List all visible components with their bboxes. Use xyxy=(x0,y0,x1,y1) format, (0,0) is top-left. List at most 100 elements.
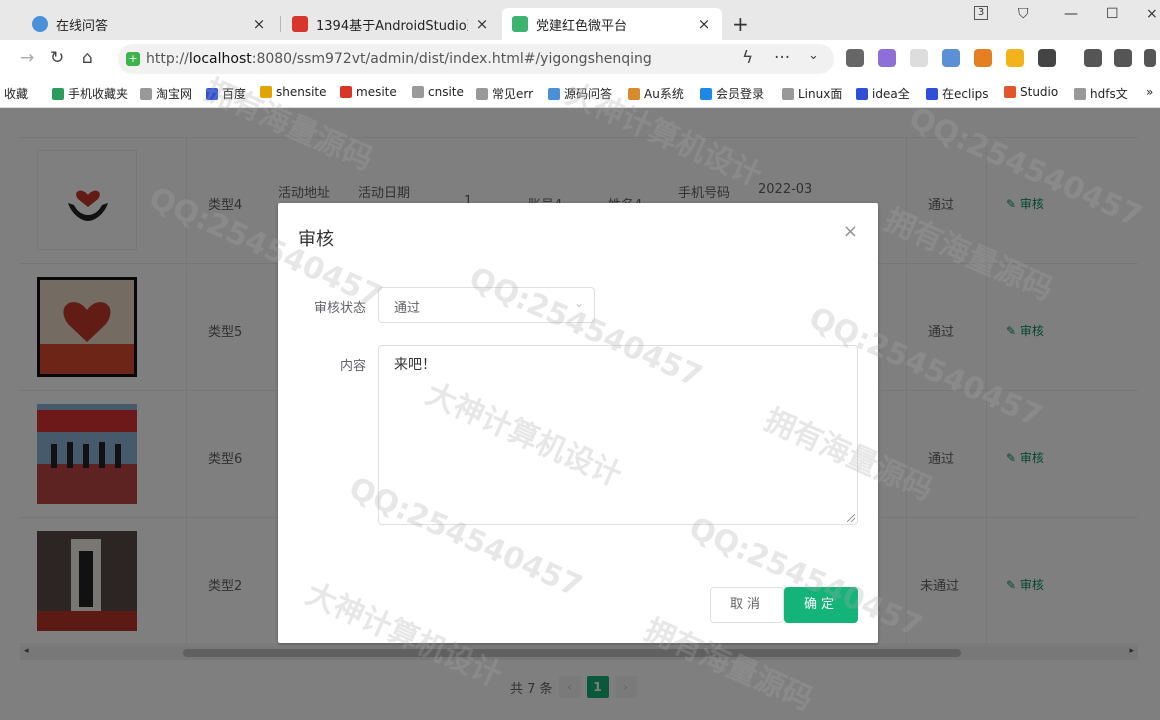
bookmark-item[interactable]: hdfs文 xyxy=(1074,85,1128,102)
game-icon[interactable] xyxy=(974,49,992,67)
bookmark-item[interactable]: shensite xyxy=(260,85,327,99)
bookmark-icon xyxy=(340,86,352,98)
download-icon[interactable] xyxy=(1084,49,1102,67)
close-icon[interactable]: × xyxy=(474,15,490,33)
bookmark-item[interactable]: 会员登录 xyxy=(700,85,764,102)
url-text: http://localhost:8080/ssm972vt/admin/dis… xyxy=(146,51,652,67)
bookmark-item[interactable]: 在eclips xyxy=(926,85,989,102)
bookmark-icon xyxy=(412,86,424,98)
translate-icon[interactable] xyxy=(878,49,896,67)
bookmark-label: 常见err xyxy=(492,87,534,101)
bookmark-icon xyxy=(548,87,560,100)
bookmark-icon xyxy=(700,87,712,100)
vue-icon xyxy=(512,16,528,32)
resize-handle-icon[interactable] xyxy=(847,514,855,522)
bookmark-icon xyxy=(856,87,868,100)
tab-divider xyxy=(280,16,281,32)
more-bookmarks-icon[interactable]: » xyxy=(1146,85,1153,99)
shield-ext-icon[interactable] xyxy=(1006,49,1024,67)
bookmark-item[interactable]: mesite xyxy=(340,85,397,99)
grid-icon[interactable] xyxy=(1038,49,1056,67)
close-icon[interactable]: × xyxy=(843,221,858,242)
home-icon[interactable]: ⌂ xyxy=(82,48,93,68)
status-select[interactable]: 通过 ⌄ xyxy=(378,287,595,323)
back-icon[interactable]: → xyxy=(20,48,34,68)
chevron-down-icon: ⌄ xyxy=(573,296,584,310)
more-icon[interactable]: ··· xyxy=(774,48,790,68)
bookmark-item[interactable]: idea全 xyxy=(856,85,910,102)
lightning-icon[interactable]: ϟ xyxy=(742,48,753,68)
bookmark-icon xyxy=(206,87,218,100)
new-tab-icon[interactable]: + xyxy=(732,12,749,36)
audit-dialog: 审核 × 审核状态 通过 ⌄ 内容 来吧！ 取消 确定 xyxy=(278,203,878,643)
tab-party-platform[interactable]: 党建红色微平台 × xyxy=(502,8,722,40)
tab-title: 在线问答 xyxy=(56,18,109,34)
bookmark-icon xyxy=(926,87,938,100)
cancel-button[interactable]: 取消 xyxy=(710,587,784,623)
bookmark-item[interactable]: Au系统 xyxy=(628,85,684,102)
content-text: 来吧！ xyxy=(394,357,436,373)
bookmark-label: shensite xyxy=(276,85,327,99)
maximize-icon[interactable]: ☐ xyxy=(1106,6,1119,22)
bookmark-label: 在eclips xyxy=(942,87,989,101)
site-icon xyxy=(292,16,308,32)
bookmark-label: 手机收藏夹 xyxy=(68,87,129,101)
bookmark-label: Studio xyxy=(1020,85,1059,99)
undo-icon[interactable] xyxy=(1114,49,1132,67)
bookmark-icon xyxy=(1074,87,1086,100)
bookmark-icon xyxy=(782,87,794,100)
bookmark-label: cnsite xyxy=(428,85,464,99)
bookmark-item[interactable]: Linux面 xyxy=(782,85,842,102)
dialog-title: 审核 xyxy=(298,229,334,250)
close-window-icon[interactable]: × xyxy=(1146,6,1158,22)
tab-title: 1394基于AndroidStudio建筑 xyxy=(316,18,468,34)
tab-online-qa[interactable]: 在线问答 × xyxy=(22,8,277,40)
search-icon[interactable] xyxy=(942,49,960,67)
confirm-button[interactable]: 确定 xyxy=(784,587,858,623)
close-icon[interactable]: × xyxy=(251,15,267,33)
bookmark-label: Linux面 xyxy=(798,87,843,101)
tab-android-studio[interactable]: 1394基于AndroidStudio建筑 × xyxy=(282,8,500,40)
scissors-icon[interactable] xyxy=(910,49,928,67)
bookmarks-bar: 收藏 手机收藏夹 淘宝网 百度 shensite mesite cnsite 常见err 源码问… xyxy=(0,78,1160,108)
url-field[interactable]: + http://localhost:8080/ssm972vt/admin/d… xyxy=(118,44,834,74)
bookmark-label: idea全 xyxy=(872,87,910,101)
menu-icon[interactable] xyxy=(1144,49,1156,67)
shirt-icon[interactable]: ⛉ xyxy=(1018,6,1029,22)
bookmark-label: Au系统 xyxy=(644,87,684,101)
bookmark-item[interactable]: 淘宝网 xyxy=(140,85,192,102)
reload-icon[interactable]: ↻ xyxy=(50,48,64,68)
content-textarea[interactable]: 来吧！ xyxy=(378,345,858,525)
bookmark-label: mesite xyxy=(356,85,397,99)
status-select-value: 通过 xyxy=(394,301,421,316)
bookmark-item[interactable]: 收藏 xyxy=(4,85,28,102)
bookmark-label: hdfs文 xyxy=(1090,87,1128,101)
bookmark-item[interactable]: Studio xyxy=(1004,85,1058,99)
url-host: localhost xyxy=(188,51,252,67)
qa-site-icon xyxy=(32,16,48,32)
bookmark-label: 会员登录 xyxy=(716,87,765,101)
shield-icon: + xyxy=(126,52,140,66)
bookmark-icon xyxy=(260,86,272,98)
bookmark-icon xyxy=(476,87,488,100)
chevron-down-icon[interactable]: ⌄ xyxy=(808,48,819,63)
url-prefix: http:// xyxy=(146,51,189,67)
extension-icon[interactable] xyxy=(846,49,864,67)
content-label: 内容 xyxy=(339,359,366,374)
url-path: :8080/ssm972vt/admin/dist/index.html#/yi… xyxy=(251,51,652,67)
bookmark-icon xyxy=(52,87,64,100)
close-icon[interactable]: × xyxy=(696,15,712,33)
bookmark-item[interactable]: 手机收藏夹 xyxy=(52,85,128,102)
bookmark-icon xyxy=(140,87,152,100)
bookmark-icon xyxy=(628,87,640,100)
tab-count-icon[interactable]: 3 xyxy=(974,6,988,20)
status-label: 审核状态 xyxy=(313,301,366,316)
tab-title: 党建红色微平台 xyxy=(536,18,628,34)
bookmark-item[interactable]: 百度 xyxy=(206,85,246,102)
bookmark-label: 源码问答 xyxy=(564,87,613,101)
minimize-icon[interactable]: — xyxy=(1064,6,1078,22)
bookmark-item[interactable]: cnsite xyxy=(412,85,464,99)
browser-tab-bar: 在线问答 × 1394基于AndroidStudio建筑 × 党建红色微平台 ×… xyxy=(0,0,1160,44)
bookmark-item[interactable]: 常见err xyxy=(476,85,533,102)
bookmark-item[interactable]: 源码问答 xyxy=(548,85,612,102)
